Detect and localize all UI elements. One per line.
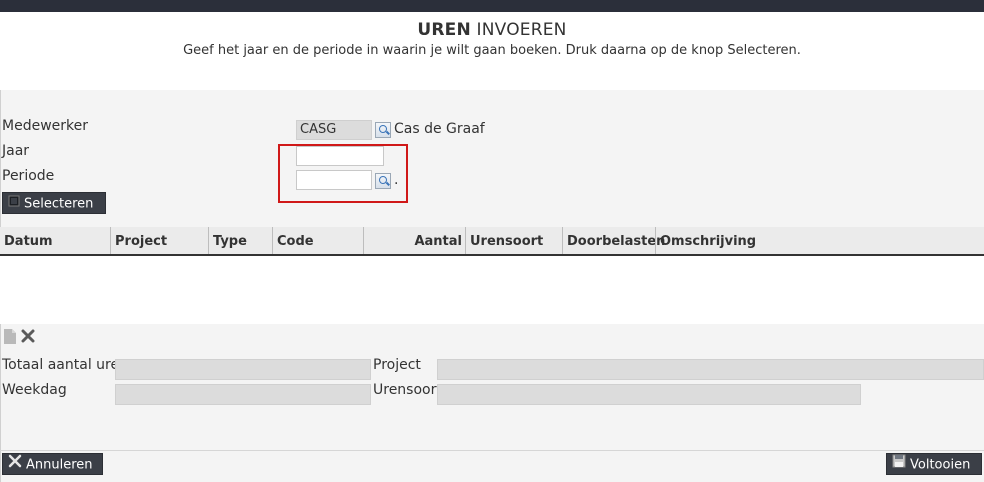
totaal-label: Totaal aantal uren <box>2 357 128 373</box>
col-type[interactable]: Type <box>208 227 272 254</box>
new-row-icon[interactable] <box>4 329 16 348</box>
footer-divider <box>0 450 984 451</box>
finish-button[interactable]: Voltooien <box>886 453 982 475</box>
urensoort-label: Urensoort <box>373 382 442 398</box>
page-title: UREN INVOEREN <box>0 20 984 40</box>
select-button-label: Selecteren <box>24 196 94 212</box>
page-title-rest: INVOEREN <box>476 20 567 40</box>
grid-header: Datum Project Type Code Aantal Urensoort… <box>0 227 984 256</box>
page-title-bold: UREN <box>417 20 471 40</box>
delete-row-icon[interactable] <box>21 329 35 347</box>
cancel-button-label: Annuleren <box>26 457 93 473</box>
highlight-box <box>278 144 408 203</box>
col-datum[interactable]: Datum <box>0 227 110 254</box>
col-doorbelasten[interactable]: Doorbelasten <box>562 227 665 254</box>
save-icon <box>892 454 906 476</box>
project-field <box>437 359 984 380</box>
finish-button-label: Voltooien <box>910 457 971 473</box>
totaal-field <box>115 359 371 380</box>
grid-body <box>0 256 984 324</box>
medewerker-code-field: CASG <box>296 120 372 140</box>
project-label: Project <box>373 357 421 373</box>
weekdag-label: Weekdag <box>2 382 67 398</box>
urensoort-field <box>437 384 861 405</box>
select-button[interactable]: Selecteren <box>2 192 106 214</box>
top-bar <box>0 0 984 12</box>
medewerker-label: Medewerker <box>2 118 88 134</box>
jaar-label: Jaar <box>2 143 30 159</box>
col-urensoort[interactable]: Urensoort <box>465 227 562 254</box>
page-header: UREN INVOEREN Geef het jaar en de period… <box>0 12 984 90</box>
col-project[interactable]: Project <box>110 227 208 254</box>
medewerker-name: Cas de Graaf <box>394 121 485 137</box>
col-aantal[interactable]: Aantal <box>363 227 465 254</box>
col-omschrijving[interactable]: Omschrijving <box>655 227 984 254</box>
medewerker-lookup-icon[interactable] <box>375 122 391 138</box>
weekdag-field <box>115 384 371 405</box>
cancel-icon <box>8 454 22 476</box>
page-subtitle: Geef het jaar en de periode in waarin je… <box>183 43 801 58</box>
periode-label: Periode <box>2 168 55 184</box>
col-code[interactable]: Code <box>272 227 363 254</box>
select-icon <box>8 193 20 215</box>
cancel-button[interactable]: Annuleren <box>2 453 103 475</box>
